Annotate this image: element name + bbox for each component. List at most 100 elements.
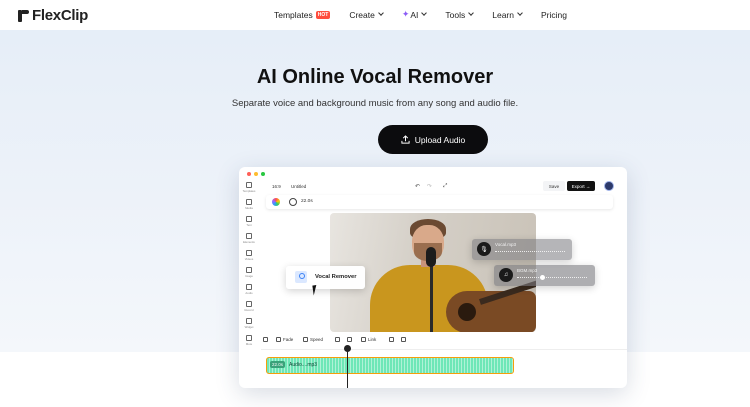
- image-icon: [246, 267, 252, 273]
- color-wheel-icon[interactable]: [272, 198, 280, 206]
- volume-icon[interactable]: [335, 337, 342, 342]
- sidebar-item-videos[interactable]: Videos: [239, 247, 259, 264]
- track-duration: 22.0s: [270, 361, 286, 368]
- close-dot-icon: [247, 172, 251, 176]
- editor-topbar: 16:9 Untitled ↶ ↷ ⤢ Save Export →: [267, 180, 623, 194]
- bgm-track-card[interactable]: ♫ BGM.mp3: [494, 265, 595, 286]
- sidebar-item-text[interactable]: Text: [239, 213, 259, 230]
- chevron-down-icon: [421, 10, 428, 16]
- nav-item-ai[interactable]: ✦ AI: [401, 9, 428, 20]
- link-icon: [361, 337, 366, 342]
- editor-preview: Templates Media Text Elements Videos Ima…: [239, 167, 627, 388]
- fullscreen-icon[interactable]: ⤢: [443, 183, 447, 190]
- top-nav: FlexClip Templates HOT Create ✦ AI Tools…: [0, 0, 750, 30]
- waveform: [517, 277, 587, 279]
- sidebar-item-elements[interactable]: Elements: [239, 230, 259, 247]
- nav-menu: Templates HOT Create ✦ AI Tools Learn Pr…: [274, 9, 586, 20]
- nav-item-tools[interactable]: Tools: [445, 9, 475, 20]
- templates-icon: [246, 182, 252, 188]
- playhead-handle[interactable]: [344, 345, 351, 352]
- nav-item-learn[interactable]: Learn: [492, 9, 523, 20]
- playhead-line[interactable]: [347, 347, 348, 388]
- sidebar-item-media[interactable]: Media: [239, 196, 259, 213]
- person-icon: [295, 271, 307, 283]
- aspect-ratio-select[interactable]: 16:9: [272, 184, 281, 189]
- chevron-down-icon: [377, 10, 384, 16]
- save-button[interactable]: Save: [543, 181, 565, 191]
- page-title: AI Online Vocal Remover: [256, 66, 494, 88]
- nav-item-templates[interactable]: Templates HOT: [274, 9, 331, 20]
- nav-item-label: Learn: [492, 9, 514, 20]
- speed-button[interactable]: Speed: [303, 337, 323, 342]
- nav-item-label: Pricing: [541, 9, 567, 20]
- nav-item-label: Templates: [274, 9, 313, 20]
- volume-slider-knob[interactable]: [540, 275, 545, 280]
- guitar-soundhole: [458, 303, 476, 321]
- cut-icon[interactable]: [347, 337, 354, 342]
- sidebar-item-widget[interactable]: Widget: [239, 315, 259, 332]
- folder-icon: [246, 199, 252, 205]
- waveform: [495, 251, 565, 253]
- project-title[interactable]: Untitled: [291, 184, 306, 189]
- audio-track-clip[interactable]: 22.0s Audio....mp3: [266, 357, 514, 374]
- chevron-down-icon: [517, 10, 523, 16]
- chevron-down-icon: [468, 10, 475, 16]
- upload-audio-label: Upload Audio: [414, 134, 466, 145]
- timeline-divider: [261, 349, 627, 350]
- fade-button[interactable]: Fade: [276, 337, 293, 342]
- logo-icon: [18, 9, 30, 23]
- upload-icon: [401, 135, 410, 144]
- maximize-dot-icon: [261, 172, 265, 176]
- sidebar-item-audio[interactable]: Audio: [239, 281, 259, 298]
- logo[interactable]: FlexClip: [18, 7, 88, 24]
- nav-item-label: Create: [349, 9, 375, 20]
- clock-icon[interactable]: [289, 198, 297, 206]
- microphone-icon: [426, 247, 436, 267]
- track-name: Audio....mp3: [289, 362, 318, 368]
- fade-icon: [276, 337, 281, 342]
- more-icon: [246, 335, 252, 341]
- link-button[interactable]: Link: [361, 337, 376, 342]
- undo-icon[interactable]: ↶: [415, 183, 420, 190]
- cursor-icon: [312, 284, 322, 296]
- redo-icon[interactable]: ↷: [427, 183, 432, 190]
- record-icon: [246, 301, 252, 307]
- sparkle-icon: ✦: [401, 9, 410, 19]
- avatar[interactable]: [604, 181, 614, 191]
- microphone-icon: 🎙: [477, 242, 491, 256]
- export-button[interactable]: Export →: [567, 181, 595, 191]
- music-icon: ♫: [499, 268, 513, 282]
- bgm-file-name: BGM.mp3: [517, 268, 538, 273]
- export-label: Export: [571, 183, 585, 189]
- minimize-dot-icon: [254, 172, 258, 176]
- duplicate-icon[interactable]: [389, 337, 396, 342]
- elements-icon: [246, 233, 252, 239]
- vocal-remover-label: Vocal Remover: [315, 274, 357, 280]
- vocal-remover-card[interactable]: Vocal Remover: [286, 266, 365, 289]
- editor-toolrow: 22.0s: [266, 195, 613, 209]
- upload-audio-button[interactable]: Upload Audio: [378, 125, 488, 154]
- sidebar-item-more[interactable]: More: [239, 332, 259, 349]
- page-subtitle: Separate voice and background music from…: [231, 98, 519, 109]
- vocal-track-card[interactable]: 🎙 Vocal.mp3: [472, 239, 572, 260]
- window-controls: [247, 172, 268, 176]
- vocal-file-name: Vocal.mp3: [495, 242, 517, 247]
- nav-item-label: AI: [410, 9, 419, 20]
- split-icon[interactable]: [263, 337, 270, 342]
- text-icon: [246, 216, 252, 222]
- logo-text: FlexClip: [32, 7, 88, 24]
- duration-value: 22.0s: [301, 199, 313, 204]
- widget-icon: [246, 318, 252, 324]
- sidebar-item-image[interactable]: Image: [239, 264, 259, 281]
- sidebar-item-record[interactable]: Record: [239, 298, 259, 315]
- nav-item-label: Tools: [445, 9, 466, 20]
- hot-badge: HOT: [315, 10, 331, 19]
- nav-item-pricing[interactable]: Pricing: [541, 10, 567, 20]
- editor-sidebar: Templates Media Text Elements Videos Ima…: [239, 179, 259, 349]
- speed-icon: [303, 337, 308, 342]
- video-icon: [246, 250, 252, 256]
- sidebar-item-templates[interactable]: Templates: [239, 179, 259, 196]
- nav-item-create[interactable]: Create: [349, 9, 384, 20]
- music-icon: [246, 284, 252, 290]
- trash-icon[interactable]: [401, 337, 408, 342]
